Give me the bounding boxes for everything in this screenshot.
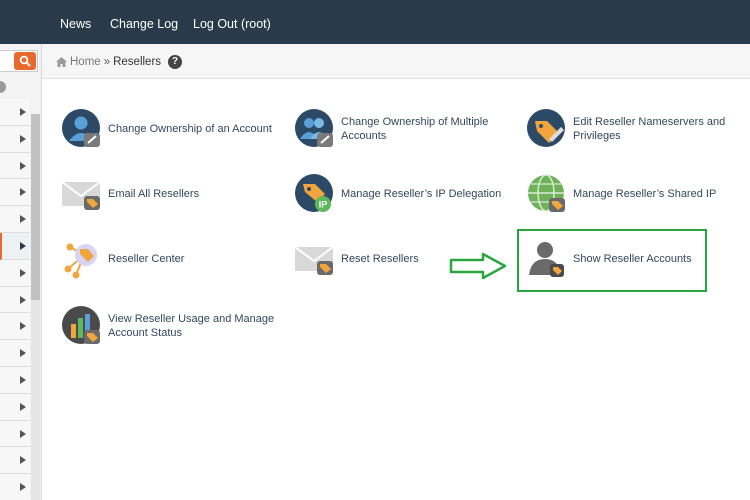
sidebar-item[interactable] xyxy=(0,206,30,233)
expand-arrow-icon xyxy=(20,349,26,358)
sidebar-item-resellers[interactable] xyxy=(0,232,30,260)
feature-ip-delegation[interactable]: IP Manage Reseller’s IP Delegation xyxy=(295,174,501,214)
breadcrumb-home-label: Home xyxy=(70,56,101,68)
help-icon[interactable]: ? xyxy=(168,55,183,69)
feature-email-all[interactable]: Email All Resellers xyxy=(61,174,200,214)
feature-edit-nameservers[interactable]: Edit Reseller Nameservers and Privileges xyxy=(527,109,743,149)
sidebar-item[interactable] xyxy=(0,447,30,475)
sidebar xyxy=(0,44,42,500)
feature-change-ownership-multiple[interactable]: Change Ownership of Multiple Accounts xyxy=(295,109,511,149)
users-transfer-icon xyxy=(295,109,335,149)
sidebar-collapse-button[interactable] xyxy=(0,81,6,93)
nav-changelog-link[interactable]: Change Log xyxy=(110,17,178,31)
feature-reset-resellers[interactable]: Reset Resellers xyxy=(294,239,419,279)
expand-arrow-icon xyxy=(20,241,26,250)
sidebar-item[interactable] xyxy=(0,179,30,207)
feature-label: Manage Reseller’s IP Delegation xyxy=(341,188,502,200)
feature-label: Reset Resellers xyxy=(341,253,419,265)
feature-change-ownership[interactable]: Change Ownership of an Account xyxy=(62,109,288,149)
sidebar-item[interactable] xyxy=(0,340,30,367)
expand-arrow-icon xyxy=(20,483,26,492)
sidebar-menu xyxy=(0,99,30,500)
home-icon xyxy=(56,57,67,67)
expand-arrow-icon xyxy=(20,108,26,116)
sidebar-item[interactable] xyxy=(0,99,30,126)
ip-tag-icon: IP xyxy=(295,174,335,214)
feature-label: View Reseller Usage and Manage Account S… xyxy=(108,313,275,339)
globe-icon xyxy=(527,174,567,214)
feature-label: Edit Reseller Nameservers and Privileges xyxy=(573,116,726,142)
breadcrumb-separator: » xyxy=(103,56,111,68)
feature-reseller-center[interactable]: Reseller Center xyxy=(62,239,184,279)
svg-text:IP: IP xyxy=(319,200,328,210)
sidebar-item[interactable] xyxy=(0,152,30,180)
top-navbar: News Change Log Log Out (root) xyxy=(0,0,750,44)
user-transfer-icon xyxy=(62,109,102,149)
scrollbar-thumb[interactable] xyxy=(31,114,40,300)
expand-arrow-icon xyxy=(20,215,26,224)
expand-arrow-icon xyxy=(20,188,26,197)
sidebar-item[interactable] xyxy=(0,313,30,341)
user-icon xyxy=(527,239,567,279)
breadcrumb-current: Resellers xyxy=(113,56,162,68)
sidebar-scrollbar[interactable] xyxy=(31,114,40,500)
sidebar-item[interactable] xyxy=(0,366,30,394)
expand-arrow-icon xyxy=(20,134,26,143)
search-button[interactable] xyxy=(14,52,36,70)
network-tag-icon xyxy=(62,239,102,279)
breadcrumb: Home » Resellers ? xyxy=(56,55,183,69)
envelope-icon xyxy=(61,174,102,214)
expand-arrow-icon xyxy=(20,429,26,438)
expand-arrow-icon xyxy=(20,375,26,384)
sidebar-item[interactable] xyxy=(0,393,30,421)
envelope-reset-icon xyxy=(294,239,335,279)
expand-arrow-icon xyxy=(20,456,26,465)
breadcrumb-home-link[interactable]: Home xyxy=(56,56,101,68)
feature-label: Email All Resellers xyxy=(108,188,200,200)
expand-arrow-icon xyxy=(20,161,26,170)
feature-label: Change Ownership of Multiple Accounts xyxy=(341,116,489,142)
nav-logout-link[interactable]: Log Out (root) xyxy=(193,17,271,31)
expand-arrow-icon xyxy=(20,322,26,331)
sidebar-item[interactable] xyxy=(0,474,30,500)
sidebar-item[interactable] xyxy=(0,420,30,448)
search-icon xyxy=(19,55,31,67)
tag-edit-icon xyxy=(527,109,567,149)
right-arrow-icon xyxy=(449,252,507,280)
feature-label: Change Ownership of an Account xyxy=(108,123,272,135)
sidebar-item[interactable] xyxy=(0,125,30,153)
nav-news-link[interactable]: News xyxy=(60,17,91,31)
feature-label: Manage Reseller’s Shared IP xyxy=(573,188,717,200)
breadcrumb-bar: Home » Resellers ? xyxy=(42,44,750,79)
expand-arrow-icon xyxy=(20,268,26,277)
feature-show-reseller-accounts[interactable]: Show Reseller Accounts xyxy=(527,239,692,279)
feature-reseller-usage[interactable]: View Reseller Usage and Manage Account S… xyxy=(62,306,288,346)
expand-arrow-icon xyxy=(20,402,26,411)
sidebar-item[interactable] xyxy=(0,259,30,287)
expand-arrow-icon xyxy=(20,295,26,304)
feature-label: Show Reseller Accounts xyxy=(573,253,692,265)
bar-chart-icon xyxy=(62,306,102,346)
sidebar-item[interactable] xyxy=(0,286,30,314)
feature-label: Reseller Center xyxy=(108,253,185,265)
feature-shared-ip[interactable]: Manage Reseller’s Shared IP xyxy=(527,174,716,214)
